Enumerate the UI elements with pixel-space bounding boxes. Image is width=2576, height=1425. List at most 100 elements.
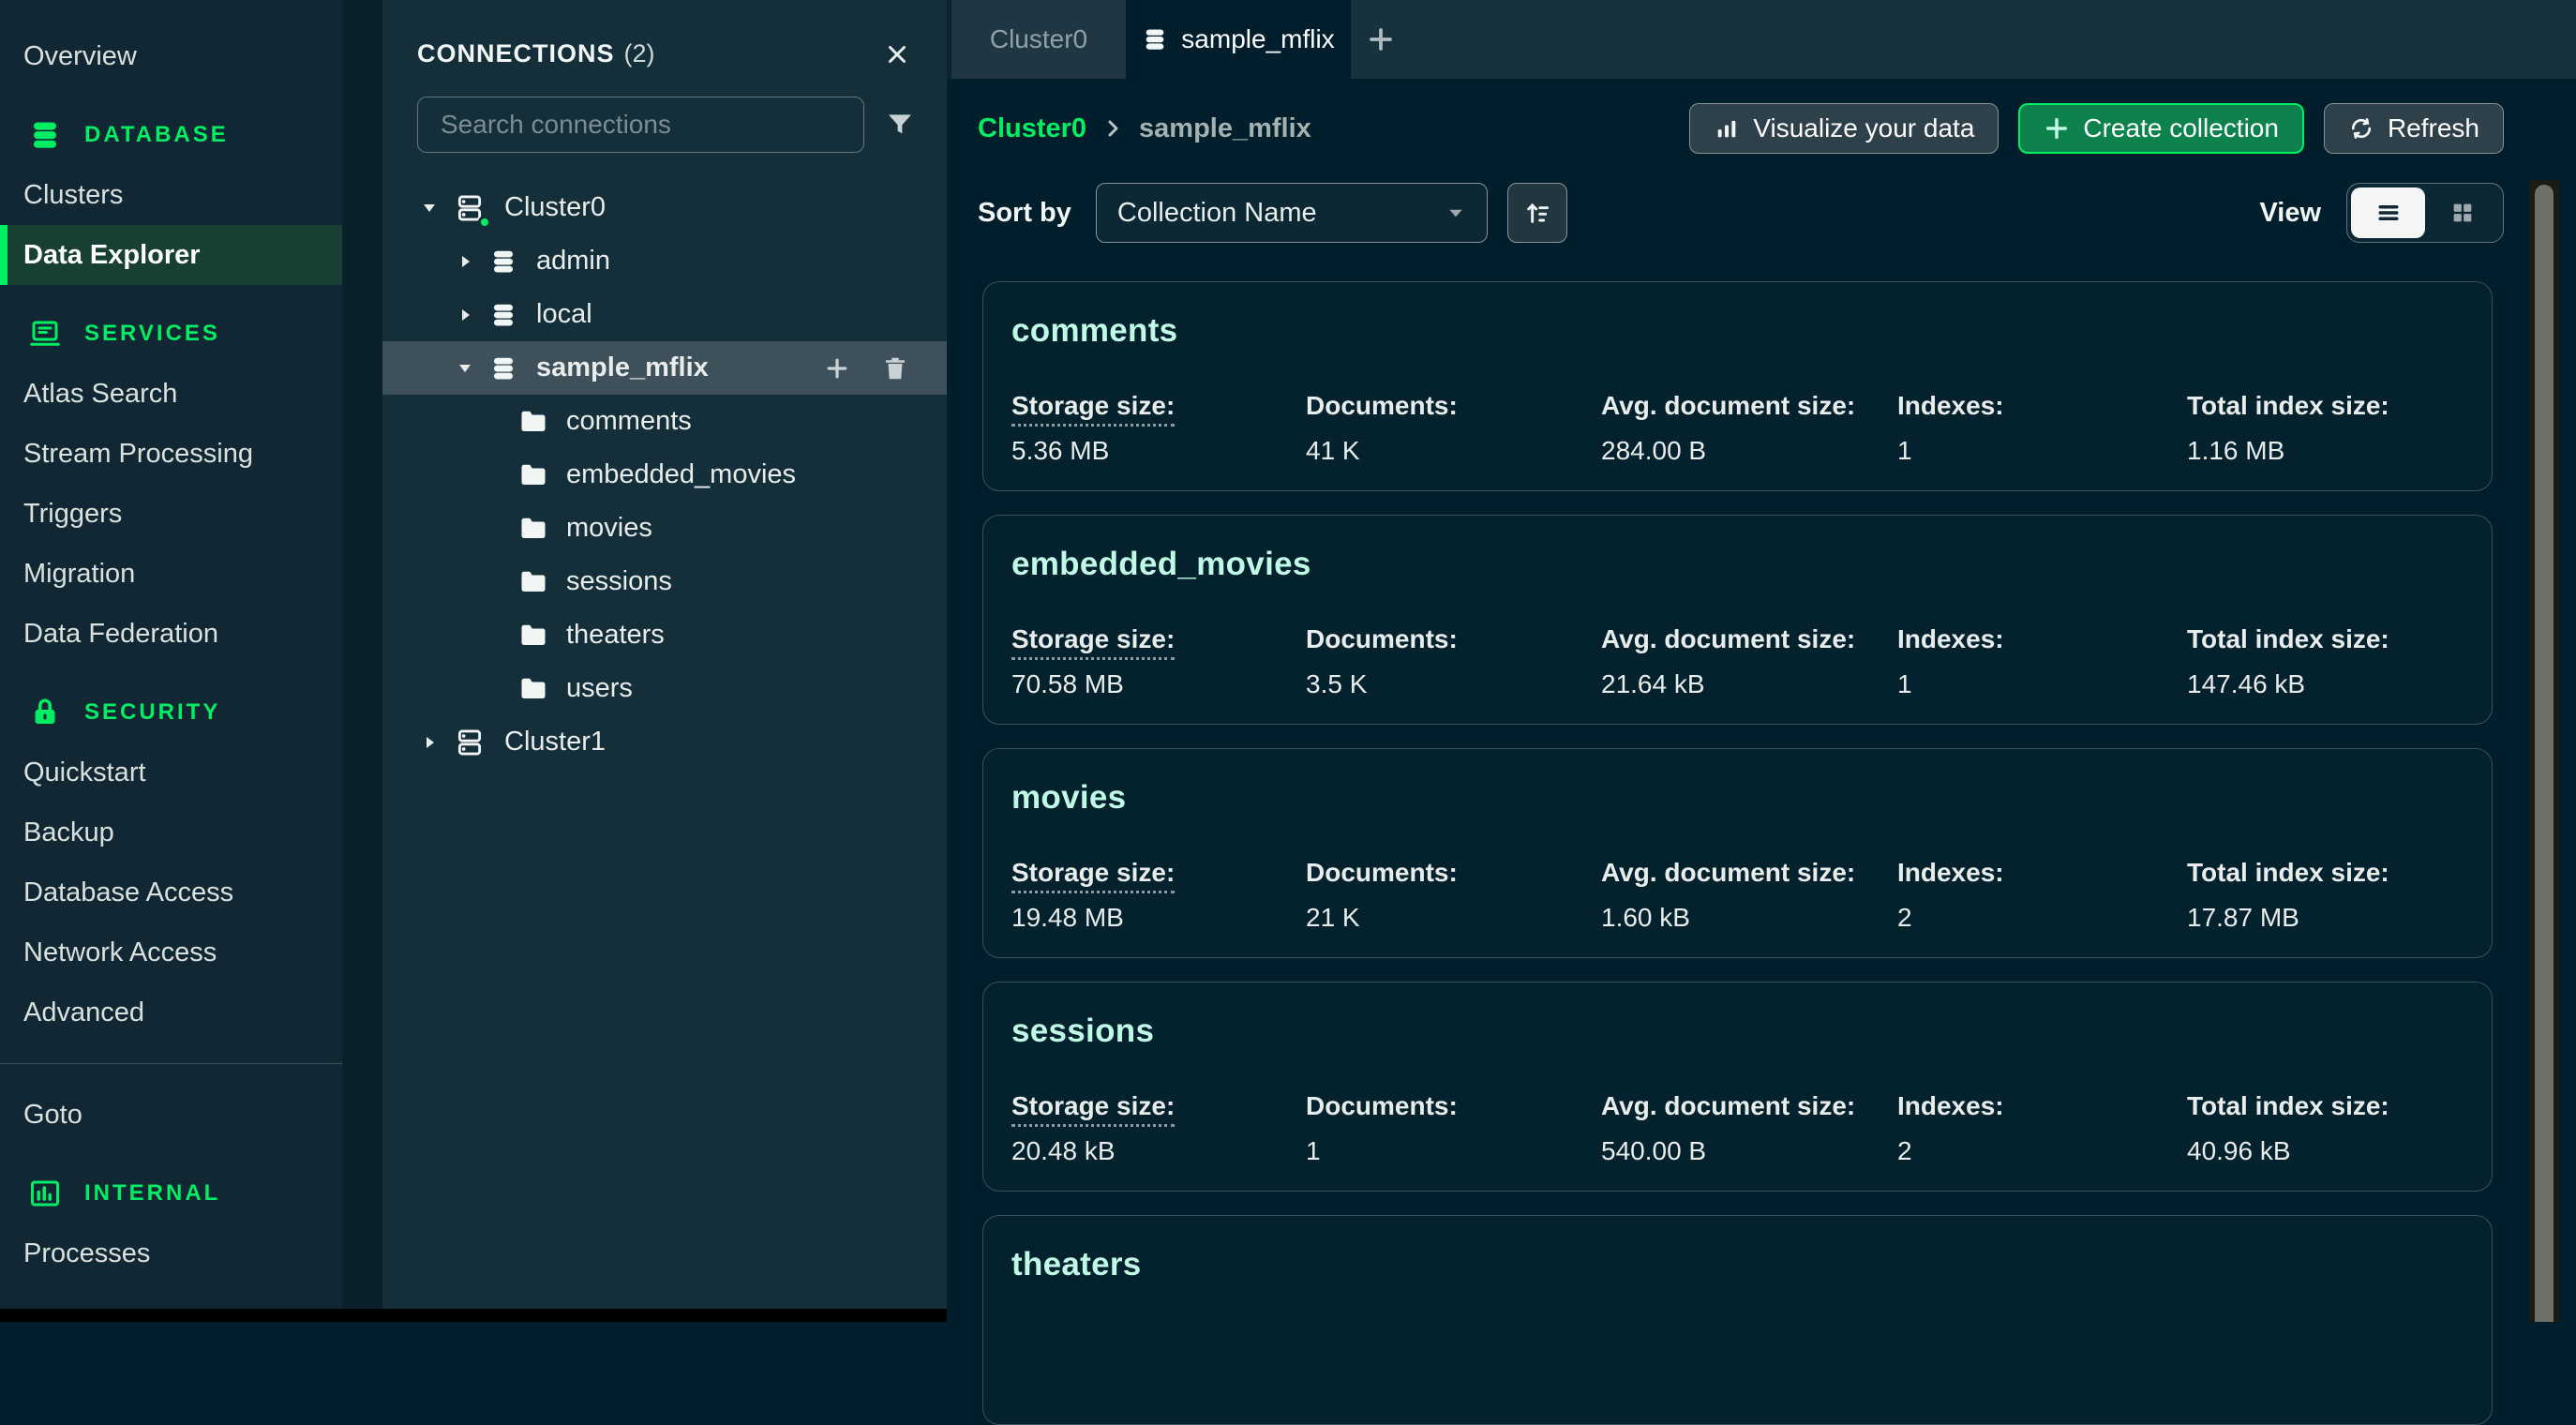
search-connections-input[interactable] [417,97,864,153]
tree-item-label: theaters [566,620,665,651]
stat-value: 40.96 kB [2187,1136,2464,1166]
sidebar-item-data-explorer[interactable]: Data Explorer [0,225,342,285]
sidebar-item-overview[interactable]: Overview [0,26,342,86]
tree-item-label: admin [536,246,610,277]
chevron-right-icon [1101,117,1124,140]
sidebar-item-label: Atlas Search [23,379,177,410]
stat-value: 21 K [1306,903,1601,933]
sidebar-item-label: Network Access [23,938,217,968]
visualize-data-button[interactable]: Visualize your data [1689,103,1999,154]
collection-card-movies[interactable]: movies Storage size: 19.48 MB Documents:… [982,748,2493,958]
sidebar-item-database-access[interactable]: Database Access [0,862,342,922]
stat-indexes: Indexes: 2 [1897,1091,2187,1166]
sidebar-section-label: INTERNAL [84,1180,220,1207]
tree-item-label: sessions [566,566,672,597]
stat-documents: Documents: 1 [1306,1091,1601,1166]
bar-chart-icon [1714,115,1740,142]
tree-item-cluster0[interactable]: Cluster0 [382,181,947,234]
close-icon[interactable] [883,40,911,68]
sidebar-item-goto[interactable]: Goto [0,1085,342,1145]
collection-title: comments [1011,312,2464,350]
create-collection-button[interactable]: Create collection [2018,103,2304,154]
stat-value: 21.64 kB [1601,669,1897,699]
sidebar-item-data-federation[interactable]: Data Federation [0,604,342,664]
stat-storage: Storage size: 20.48 kB [1011,1091,1306,1166]
sidebar-item-migration[interactable]: Migration [0,544,342,604]
collection-stats: Storage size: 19.48 MB Documents: 21 K A… [1011,858,2464,933]
tab-cluster0[interactable]: Cluster0 [951,0,1126,79]
stat-label: Storage size: [1011,624,1175,660]
new-tab-button[interactable] [1351,0,1411,79]
trash-icon[interactable] [881,354,909,382]
sidebar-item-advanced[interactable]: Advanced [0,982,342,1042]
collections-toolbar: Sort by Collection Name View [978,183,2504,243]
stat-value: 19.48 MB [1011,903,1306,933]
filter-icon[interactable] [885,110,915,140]
metrics-icon [28,1177,62,1210]
sidebar-item-label: Goto [23,1100,82,1131]
stat-value: 1 [1897,436,2187,466]
stat-value: 1.60 kB [1601,903,1897,933]
sidebar-item-quickstart[interactable]: Quickstart [0,742,342,802]
database-icon [28,118,62,152]
list-view-button[interactable] [2351,188,2425,238]
stat-avg-doc-size: Avg. document size: 540.00 B [1601,1091,1897,1166]
tree-item-theaters[interactable]: theaters [382,608,947,662]
breadcrumb-database: sample_mflix [1139,113,1311,144]
sort-field-value: Collection Name [1117,198,1317,229]
sidebar-item-clusters[interactable]: Clusters [0,165,342,225]
stat-label: Documents: [1306,624,1601,654]
stat-total-index-size: Total index size: 17.87 MB [2187,858,2464,933]
sidebar-item-backup[interactable]: Backup [0,802,342,862]
stat-label: Total index size: [2187,391,2464,421]
sidebar-item-triggers[interactable]: Triggers [0,484,342,544]
plus-icon [2044,115,2070,142]
breadcrumb-cluster[interactable]: Cluster0 [978,113,1086,144]
tree-item-sample-mflix[interactable]: sample_mflix [382,341,947,395]
create-collection-icon[interactable] [823,354,851,382]
sidebar-item-network-access[interactable]: Network Access [0,922,342,982]
tree-item-local[interactable]: local [382,288,947,341]
window-bottom-strip [0,1309,947,1322]
sort-field-dropdown[interactable]: Collection Name [1096,183,1488,243]
tree-item-cluster1[interactable]: Cluster1 [382,715,947,769]
connections-tree: Cluster0 admin local [382,181,947,769]
caret-right-icon[interactable] [420,733,439,752]
sidebar-item-processes[interactable]: Processes [0,1223,342,1283]
scrollbar-thumb[interactable] [2535,185,2554,1322]
stat-label: Documents: [1306,1091,1601,1121]
tree-item-sessions[interactable]: sessions [382,555,947,608]
collection-title: theaters [1011,1246,2464,1283]
caret-right-icon[interactable] [456,306,474,324]
collection-stats: Storage size: 20.48 kB Documents: 1 Avg.… [1011,1091,2464,1166]
collection-card-embedded-movies[interactable]: embedded_movies Storage size: 70.58 MB D… [982,515,2493,725]
caret-down-icon[interactable] [456,359,474,378]
tree-item-users[interactable]: users [382,662,947,715]
stat-label: Avg. document size: [1601,858,1897,888]
collection-card-theaters[interactable]: theaters [982,1215,2493,1425]
tab-sample-mflix[interactable]: sample_mflix [1126,0,1351,79]
tree-item-embedded-movies[interactable]: embedded_movies [382,448,947,502]
tree-item-movies[interactable]: movies [382,502,947,555]
stat-documents: Documents: 41 K [1306,391,1601,466]
tree-item-comments[interactable]: comments [382,395,947,448]
tree-item-admin[interactable]: admin [382,234,947,288]
connections-count: (2) [624,39,655,68]
stat-avg-doc-size: Avg. document size: 284.00 B [1601,391,1897,466]
caret-down-icon[interactable] [420,199,439,218]
sort-direction-button[interactable] [1507,183,1567,243]
sidebar-item-atlas-search[interactable]: Atlas Search [0,364,342,424]
sidebar-item-label: Quickstart [23,758,146,788]
app-sidebar: Overview DATABASE Clusters Data Explorer… [0,0,342,1309]
grid-view-button[interactable] [2425,188,2499,238]
database-icon [489,354,517,382]
stat-indexes: Indexes: 1 [1897,391,2187,466]
collection-card-comments[interactable]: comments Storage size: 5.36 MB Documents… [982,281,2493,491]
sidebar-item-stream-processing[interactable]: Stream Processing [0,424,342,484]
refresh-button[interactable]: Refresh [2324,103,2504,154]
stat-value: 41 K [1306,436,1601,466]
caret-right-icon[interactable] [456,252,474,271]
sidebar-item-label: Backup [23,818,114,848]
collection-card-sessions[interactable]: sessions Storage size: 20.48 kB Document… [982,982,2493,1192]
tree-item-label: sample_mflix [536,352,709,383]
